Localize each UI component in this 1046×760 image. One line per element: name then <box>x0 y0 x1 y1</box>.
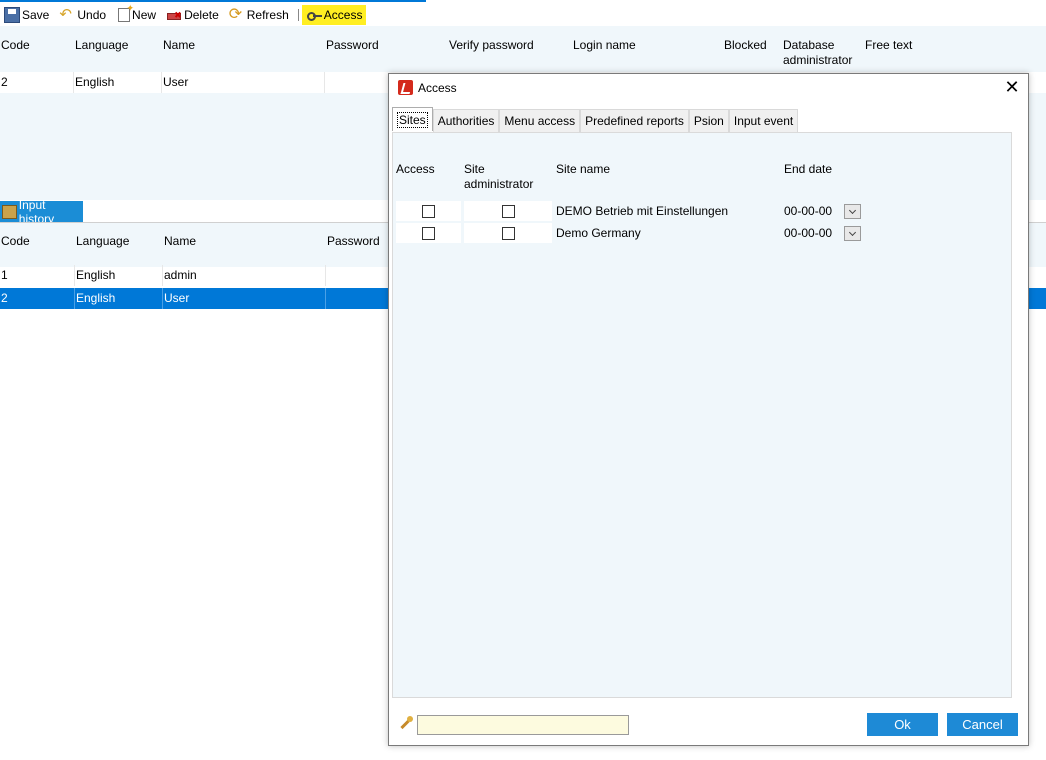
refresh-icon <box>229 4 245 23</box>
column-header-password[interactable]: Password <box>326 38 379 53</box>
new-icon <box>118 4 134 22</box>
column-header-code[interactable]: Code <box>1 234 30 249</box>
tab-menu-access[interactable]: Menu access <box>499 109 581 132</box>
tab-psion[interactable]: Psion <box>688 109 729 132</box>
cell-name: User <box>164 291 190 305</box>
refresh-label: Refresh <box>246 8 289 22</box>
column-header-name[interactable]: Name <box>164 234 196 249</box>
column-divider <box>73 72 74 93</box>
tab-authorities-label: Authorities <box>437 114 495 128</box>
site-name: Demo Germany <box>556 226 641 240</box>
access-label: Access <box>323 8 363 22</box>
column-header-language[interactable]: Language <box>75 38 128 53</box>
site-row[interactable]: DEMO Betrieb mit Einstellungen 00-00-00 <box>393 201 861 221</box>
column-header-access[interactable]: Access <box>396 162 435 177</box>
tab-menu-access-label: Menu access <box>504 114 576 128</box>
toolbar: Save Undo New Delete Refresh Access <box>0 4 368 26</box>
site-admin-checkbox[interactable] <box>502 205 515 218</box>
history-icon <box>2 205 17 219</box>
cell-language: English <box>75 75 115 89</box>
cancel-button[interactable]: Cancel <box>947 713 1018 736</box>
dialog-tabs: Sites Authorities Menu access Predefined… <box>392 107 799 132</box>
pin-icon[interactable] <box>398 715 415 732</box>
undo-label: Undo <box>77 8 107 22</box>
site-admin-cell <box>464 223 552 243</box>
end-date-value[interactable]: 00-00-00 <box>784 226 832 240</box>
delete-button[interactable]: Delete <box>162 5 223 25</box>
access-checkbox[interactable] <box>422 205 435 218</box>
close-icon[interactable]: ✕ <box>1002 78 1022 98</box>
upper-grid-header: Code Language Name Password Verify passw… <box>0 26 1046 74</box>
tab-sites[interactable]: Sites <box>392 107 433 131</box>
access-button[interactable]: Access <box>301 5 367 25</box>
access-cell <box>396 223 461 243</box>
column-divider <box>162 288 163 309</box>
chevron-down-icon[interactable] <box>844 204 861 219</box>
toolbar-separator <box>297 9 299 21</box>
access-dialog: Access ✕ Sites Authorities Menu access P… <box>388 73 1029 746</box>
column-header-code[interactable]: Code <box>1 38 30 53</box>
footer-input[interactable] <box>417 715 629 735</box>
tab-input-event[interactable]: Input event <box>728 109 799 132</box>
save-label: Save <box>22 8 50 22</box>
column-header-free-text[interactable]: Free text <box>865 38 912 53</box>
cell-code: 1 <box>1 268 8 282</box>
column-header-site-name[interactable]: Site name <box>556 162 610 177</box>
save-icon <box>4 7 20 23</box>
tab-predefined-reports[interactable]: Predefined reports <box>580 109 689 132</box>
column-header-blocked[interactable]: Blocked <box>724 38 767 53</box>
undo-icon <box>59 5 75 23</box>
column-divider <box>74 288 75 309</box>
column-header-login-name[interactable]: Login name <box>573 38 636 53</box>
undo-button[interactable]: Undo <box>55 5 110 25</box>
column-divider <box>324 72 325 93</box>
end-date-value[interactable]: 00-00-00 <box>784 204 832 218</box>
site-admin-checkbox[interactable] <box>502 227 515 240</box>
tab-input-event-label: Input event <box>733 114 794 128</box>
column-divider <box>74 265 75 286</box>
access-cell <box>396 201 461 221</box>
column-divider <box>325 265 326 286</box>
chevron-down-icon[interactable] <box>844 226 861 241</box>
dialog-title-bar[interactable]: Access ✕ <box>389 74 1028 104</box>
cell-name: User <box>163 75 189 89</box>
delete-icon <box>166 7 182 23</box>
delete-label: Delete <box>184 8 219 22</box>
new-button[interactable]: New <box>112 4 160 25</box>
sites-panel: Access Site administrator Site name End … <box>392 132 1012 698</box>
dialog-title: Access <box>418 81 457 95</box>
column-header-password[interactable]: Password <box>327 234 380 249</box>
site-row[interactable]: Demo Germany 00-00-00 <box>393 223 861 243</box>
tab-predefined-reports-label: Predefined reports <box>585 114 684 128</box>
cell-language: English <box>76 291 116 305</box>
input-history-tab[interactable]: Input history <box>0 198 83 226</box>
column-divider <box>162 265 163 286</box>
column-header-language[interactable]: Language <box>76 234 129 249</box>
site-admin-cell <box>464 201 552 221</box>
column-header-end-date[interactable]: End date <box>784 162 832 177</box>
key-icon <box>306 7 322 23</box>
column-header-database-administrator[interactable]: Database administrator <box>783 38 863 68</box>
cell-code: 2 <box>1 291 8 305</box>
tab-sites-label: Sites <box>397 112 428 128</box>
save-button[interactable]: Save <box>0 5 53 25</box>
new-label: New <box>132 8 157 22</box>
tab-psion-label: Psion <box>693 114 724 128</box>
top-progress-line <box>0 0 426 2</box>
tab-authorities[interactable]: Authorities <box>432 109 500 132</box>
column-divider <box>325 288 326 309</box>
column-divider <box>161 72 162 93</box>
column-header-verify-password[interactable]: Verify password <box>449 38 534 53</box>
ok-button[interactable]: Ok <box>867 713 938 736</box>
cell-code: 2 <box>1 75 8 89</box>
site-name: DEMO Betrieb mit Einstellungen <box>556 204 729 218</box>
app-logo-icon <box>398 80 413 95</box>
refresh-button[interactable]: Refresh <box>225 4 293 25</box>
cell-name: admin <box>164 268 197 282</box>
column-header-name[interactable]: Name <box>163 38 195 53</box>
access-checkbox[interactable] <box>422 227 435 240</box>
column-header-site-administrator[interactable]: Site administrator <box>464 162 544 192</box>
cell-language: English <box>76 268 116 282</box>
